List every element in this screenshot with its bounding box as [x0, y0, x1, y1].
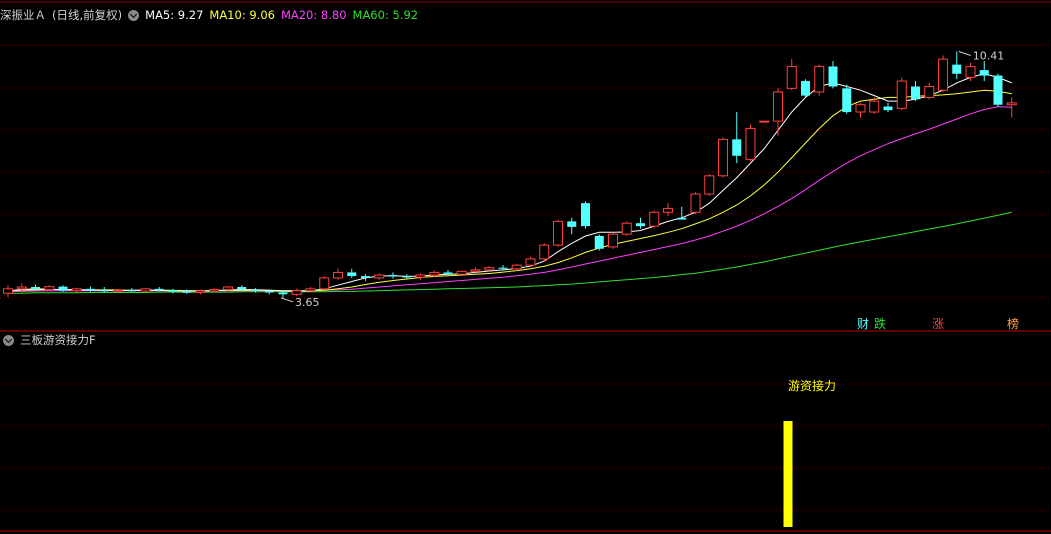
candle-body-up [704, 175, 715, 195]
candle-body-up [896, 80, 907, 109]
candle-body-down [99, 290, 109, 292]
candle-body-up [16, 286, 27, 290]
candle-body-down [443, 272, 453, 275]
ma10-line [7, 89, 1012, 292]
candle-body-up [456, 270, 467, 275]
candle-body-up [745, 127, 756, 160]
candle-body-up [814, 65, 825, 93]
indicator-title[interactable]: 三板游资接力F [20, 332, 96, 348]
candle-body-down [347, 272, 357, 277]
min-price-label: 3.65 [295, 296, 320, 309]
candle-body-up [608, 233, 618, 248]
candle-body-up [1006, 102, 1017, 106]
candle-body-down [237, 287, 247, 290]
candle-body-down [883, 106, 893, 111]
candle-body-down [361, 276, 370, 278]
candle-body-down [388, 274, 398, 277]
candle-body-up [195, 290, 206, 293]
candle-body-down [828, 66, 838, 87]
candle-body-up [319, 277, 330, 290]
candle-body-down [251, 289, 260, 292]
candle-body-down [58, 286, 68, 291]
candle-body-down [677, 217, 687, 220]
ma20-line [7, 106, 1012, 293]
candle-body-up [470, 269, 481, 272]
candle-body-up [511, 264, 522, 270]
candle-body-up [553, 220, 563, 246]
candle-body-up [484, 267, 495, 271]
candle-body-down [127, 290, 137, 292]
candle-body-down [278, 292, 288, 295]
candle-body-down [31, 287, 40, 290]
candle-body-up [71, 288, 82, 292]
candle-body-up [113, 289, 123, 292]
ma60-line [8, 211, 1012, 294]
candle-body-up [291, 290, 302, 295]
candle-body-down [952, 64, 962, 74]
event-marker: 财 [857, 317, 869, 331]
event-marker: 跌 [874, 316, 886, 331]
period-label: (日线,前复权) [52, 8, 123, 22]
candle-body-up [965, 65, 976, 78]
candle-body-up [621, 222, 632, 235]
chevron-down-icon[interactable] [3, 334, 14, 346]
candle-body-down [594, 235, 604, 249]
candle-body-down [402, 276, 412, 278]
kline-chart[interactable]: 10.41 3.65 财跌 涨 榜游资接力 [0, 0, 1051, 534]
indicator-label: 游资接力 [788, 378, 836, 393]
max-pointer [958, 51, 971, 56]
candle-body-up [525, 258, 536, 266]
candle-body-up [305, 288, 316, 292]
candle-body-down [636, 223, 645, 227]
candle-body-down [732, 139, 742, 156]
candle-body-up [3, 288, 13, 294]
event-marker: 榜 [1007, 316, 1019, 331]
candle-body-up [855, 104, 866, 113]
event-marker: 涨 [932, 316, 944, 331]
candle-body-up [924, 86, 935, 98]
candle-body-up [429, 271, 440, 276]
candle-body-down [498, 267, 508, 269]
candle-body-down [979, 70, 989, 76]
candle-body-down [842, 88, 852, 113]
candle-body-up [539, 244, 550, 260]
candle-body-up [718, 138, 728, 177]
candle-body-up [415, 274, 426, 278]
candle-body-up [663, 208, 673, 213]
candle-body-up [209, 289, 220, 292]
candle-body-down [911, 86, 920, 100]
candle-body-up [374, 274, 385, 279]
candle-body-up [140, 288, 151, 292]
ma10-value: MA10: 9.06 [209, 8, 275, 22]
candle-body-up [759, 120, 770, 123]
candle-body-down [182, 291, 192, 293]
ma5-value: MA5: 9.27 [145, 8, 204, 22]
max-price-label: 10.41 [973, 50, 1005, 63]
candle-body-up [938, 58, 948, 91]
sub-chart-header: 三板游资接力F [0, 331, 102, 349]
candle-body-down [993, 75, 1003, 105]
candle-body-down [264, 291, 274, 293]
candle-body-up [786, 65, 797, 89]
stock-name[interactable]: 深振业Ａ [0, 7, 46, 23]
candle-body-down [801, 81, 810, 96]
candle-body-down [86, 288, 95, 291]
ma60-value: MA60: 5.92 [352, 8, 419, 22]
candle-body-down [168, 290, 178, 292]
candle-body-up [44, 286, 55, 291]
indicator-bar [783, 421, 793, 527]
candle-body-down [567, 221, 577, 227]
candle-body-up [773, 91, 783, 122]
main-chart-header: 深振业Ａ (日线,前复权) MA5: 9.27 MA10: 9.06 MA20:… [0, 6, 424, 24]
min-pointer [280, 297, 294, 303]
candle-body-down [581, 203, 590, 227]
ma20-value: MA20: 8.80 [280, 8, 347, 22]
candle-body-up [649, 211, 660, 227]
candle-body-up [869, 100, 880, 113]
chevron-down-icon[interactable] [128, 9, 140, 21]
candle-body-up [333, 271, 343, 279]
candle-body-up [223, 286, 233, 291]
candle-body-down [154, 288, 164, 291]
candle-body-up [690, 193, 701, 213]
